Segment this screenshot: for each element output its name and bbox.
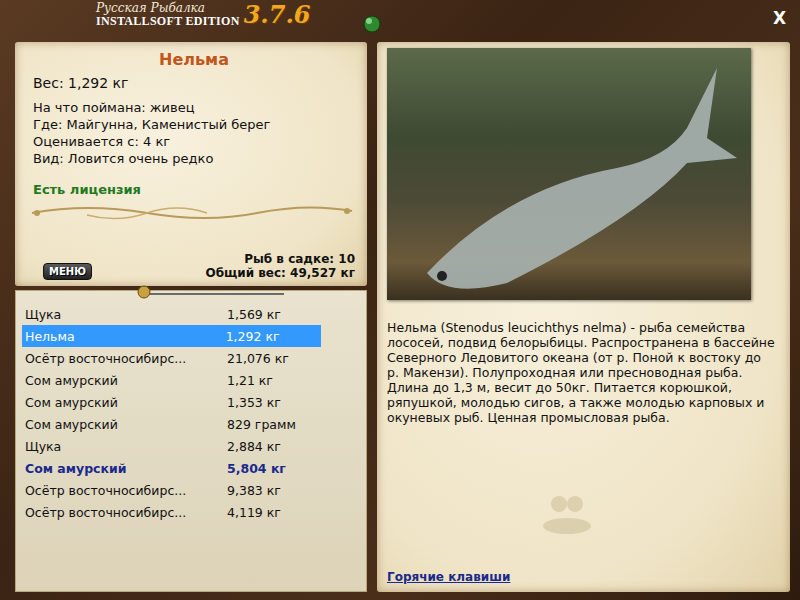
close-button[interactable]: X (773, 2, 792, 28)
fish-detail: Где: Майгунна, Каменистый берег (33, 116, 355, 133)
catch-weight: 9,383 кг (227, 483, 323, 498)
catch-weight: 829 грамм (227, 417, 323, 432)
catch-row[interactable]: Сом амурский5,804 кг (22, 457, 342, 479)
menu-button[interactable]: МЕНЮ (43, 263, 92, 280)
fish-detail: На что поймана: живец (33, 99, 355, 116)
catch-weight: 21,076 кг (227, 351, 323, 366)
catch-weight: 2,884 кг (227, 439, 323, 454)
ornament-icon (27, 199, 357, 225)
fish-photo (387, 48, 751, 300)
catch-list: Щука1,569 кгНельма1,292 кгОсётр восточно… (15, 290, 367, 592)
fish-icon (387, 48, 751, 300)
cage-row: МЕНЮ Рыб в садке: 10Общий вес: 49,527 кг (33, 252, 355, 280)
catch-name: Осётр восточносибирс... (25, 351, 227, 366)
catch-name: Сом амурский (25, 417, 227, 432)
catch-name: Щука (25, 439, 227, 454)
catch-row[interactable]: Сом амурский1,21 кг (22, 369, 342, 391)
catch-row[interactable]: Осётр восточносибирс...9,383 кг (22, 479, 342, 501)
catch-name: Осётр восточносибирс... (25, 483, 227, 498)
hotkeys-link[interactable]: Горячие клавиши (387, 570, 510, 584)
catch-weight: 4,119 кг (227, 505, 323, 520)
green-ball-icon (362, 14, 382, 34)
fish-weight: Вес: 1,292 кг (33, 75, 355, 91)
main-area: Нельма Вес: 1,292 кг На что поймана: живец… (0, 40, 800, 600)
game-logo: Русская РыбалкаINSTALLSOFT EDITION3.7.6 (96, 2, 310, 27)
fish-description: Нельма (Stenodus leucichthys nelma) - ры… (387, 320, 776, 425)
catch-row[interactable]: Щука1,569 кг (22, 303, 342, 325)
cage-count: Рыб в садке: 10 (205, 252, 355, 266)
title-bar: Русская РыбалкаINSTALLSOFT EDITION3.7.6X (0, 0, 800, 40)
catch-name: Щука (25, 307, 227, 322)
catch-row[interactable]: Сом амурский1,353 кг (22, 391, 342, 413)
catch-row[interactable]: Щука2,884 кг (22, 435, 342, 457)
fish-name: Нельма (33, 50, 355, 69)
slider-pin-icon (126, 285, 286, 299)
catch-row[interactable]: Осётр восточносибирс...21,076 кг (22, 347, 342, 369)
catch-name: Сом амурский (25, 395, 227, 410)
fish-detail: Оценивается с: 4 кг (33, 133, 355, 150)
fish-detail: Вид: Ловится очень редко (33, 150, 355, 167)
catch-weight: 1,292 кг (226, 329, 321, 344)
left-column: Нельма Вес: 1,292 кг На что поймана: живец… (15, 42, 367, 592)
fish-info-panel: Нельма Вес: 1,292 кг На что поймана: живец… (15, 42, 367, 286)
fisherman-icon (537, 488, 597, 538)
catch-name: Сом амурский (25, 373, 227, 388)
license-status: Есть лицензия (33, 182, 355, 197)
description-panel: Нельма (Stenodus leucichthys nelma) - ры… (377, 42, 790, 592)
catch-name: Нельма (25, 329, 226, 344)
logo-edition: INSTALLSOFT EDITION (96, 15, 240, 28)
catch-weight: 1,569 кг (227, 307, 323, 322)
version-label: 3.7.6 (244, 3, 311, 27)
catch-row[interactable]: Нельма1,292 кг (22, 325, 321, 347)
catch-row[interactable]: Осётр восточносибирс...4,119 кг (22, 501, 342, 523)
logo-text: Русская РыбалкаINSTALLSOFT EDITION (96, 2, 240, 27)
catch-name: Сом амурский (25, 461, 227, 476)
catch-weight: 1,353 кг (227, 395, 323, 410)
catch-weight: 1,21 кг (227, 373, 323, 388)
logo-title: Русская Рыбалка (96, 2, 240, 15)
catch-weight: 5,804 кг (227, 461, 323, 476)
catch-row[interactable]: Сом амурский829 грамм (22, 413, 342, 435)
cage-total: Общий вес: 49,527 кг (205, 266, 355, 280)
catch-name: Осётр восточносибирс... (25, 505, 227, 520)
cage-summary: Рыб в садке: 10Общий вес: 49,527 кг (205, 252, 355, 280)
